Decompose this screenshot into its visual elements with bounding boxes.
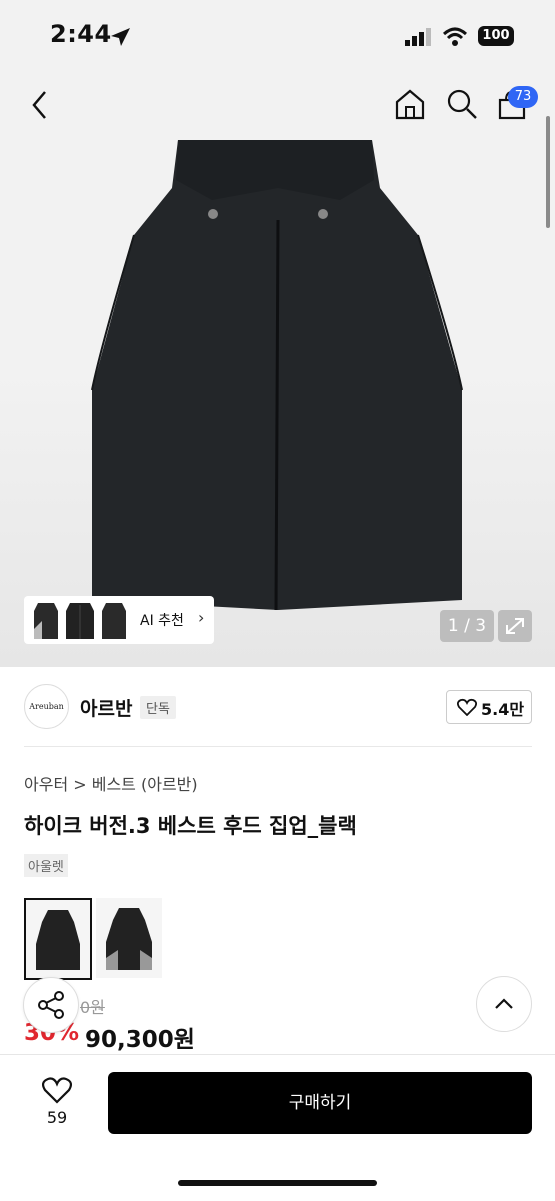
- back-icon[interactable]: [30, 90, 50, 120]
- ai-recommend-button[interactable]: AI 추천 ›: [24, 596, 214, 644]
- vest-image: [91, 140, 463, 611]
- chevron-right-icon: ›: [198, 608, 205, 627]
- home-indicator: [178, 1180, 377, 1186]
- wishlist-count: 59: [46, 1108, 68, 1127]
- thumb-vest-black-alt: [106, 908, 152, 970]
- brand-like-count: 5.4만: [481, 700, 525, 719]
- thumb-vest-black: [36, 910, 80, 970]
- cart-count-badge: 73: [508, 86, 538, 108]
- search-icon[interactable]: [446, 88, 478, 120]
- heart-outline-icon: [457, 698, 477, 716]
- chevron-up-icon: [495, 998, 513, 1009]
- color-option-2[interactable]: [96, 898, 162, 978]
- product-image[interactable]: [0, 70, 555, 667]
- share-button[interactable]: [23, 977, 79, 1033]
- image-pager: 1 / 3: [440, 610, 494, 642]
- scrollbar[interactable]: [546, 116, 550, 228]
- wifi-icon: [442, 27, 468, 46]
- expand-icon: [506, 618, 524, 634]
- heart-icon[interactable]: [42, 1076, 72, 1104]
- ai-thumb-1: [34, 603, 58, 639]
- color-option-1[interactable]: [24, 898, 92, 980]
- scroll-top-button[interactable]: [476, 976, 532, 1032]
- buy-button[interactable]: 구매하기: [108, 1072, 532, 1134]
- brand-name[interactable]: 아르반: [80, 694, 132, 721]
- ai-thumb-2: [66, 603, 94, 639]
- share-icon: [38, 991, 64, 1019]
- original-price: 0원: [80, 998, 105, 1017]
- brand-logo[interactable]: Areuban: [24, 684, 69, 729]
- ai-thumb-3: [102, 603, 126, 639]
- sale-price: 90,300원: [85, 1027, 195, 1053]
- outlet-tag: 아울렛: [24, 854, 68, 877]
- location-arrow-icon: [111, 28, 130, 46]
- product-title: 하이크 버전.3 베스트 후드 집업_블랙: [24, 814, 357, 838]
- home-icon[interactable]: [394, 88, 426, 120]
- breadcrumb[interactable]: 아우터 > 베스트 (아르반): [24, 771, 198, 795]
- signal-icon: [405, 28, 431, 46]
- exclusive-tag: 단독: [140, 696, 176, 719]
- ai-recommend-label: AI 추천: [140, 613, 184, 629]
- divider: [24, 746, 532, 747]
- status-time: 2:44: [50, 20, 112, 48]
- brand-like-button[interactable]: 5.4만: [446, 690, 532, 724]
- battery-indicator: 100: [478, 26, 514, 46]
- expand-button[interactable]: [498, 610, 532, 642]
